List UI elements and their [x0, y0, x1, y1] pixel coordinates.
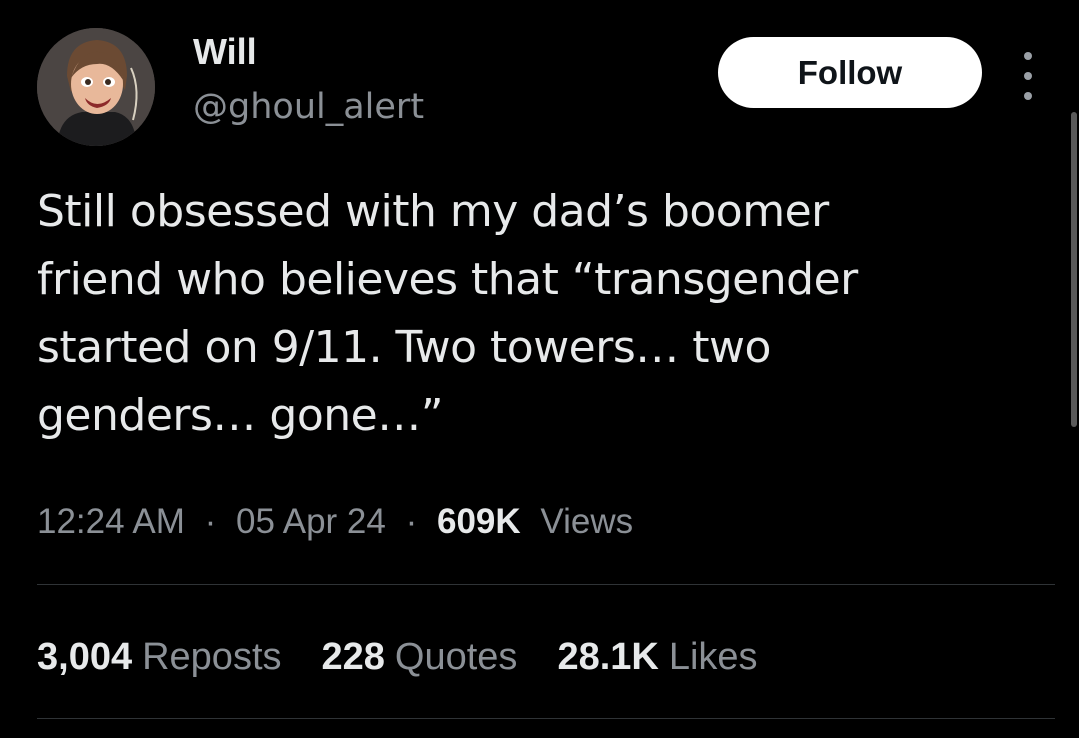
views-count: 609K [436, 502, 521, 541]
display-name[interactable]: Will [193, 30, 257, 74]
tweet-date[interactable]: 05 Apr 24 [236, 502, 386, 541]
tweet-text: Still obsessed with my dad’s boomer frie… [37, 178, 1047, 450]
meta-separator: · [405, 502, 418, 541]
quotes-label: Quotes [394, 636, 518, 678]
quotes-stat[interactable]: 228 Quotes [322, 632, 518, 682]
quotes-count: 228 [321, 636, 385, 678]
likes-count: 28.1K [557, 636, 659, 678]
dot [1024, 52, 1032, 60]
engagement-stats: 3,004 Reposts 228 Quotes 28.1K Likes [37, 632, 758, 682]
tweet-time[interactable]: 12:24 AM [37, 502, 185, 541]
follow-button[interactable]: Follow [718, 37, 982, 108]
avatar-image [37, 28, 155, 146]
reposts-count: 3,004 [37, 636, 133, 678]
tweet-line: Still obsessed with my dad’s boomer [37, 186, 829, 237]
reposts-label: Reposts [142, 636, 282, 678]
tweet-line: started on 9/11. Two towers… two [37, 322, 771, 373]
tweet-line: friend who believes that “transgender [37, 254, 858, 305]
scrollbar[interactable] [1071, 112, 1077, 427]
user-handle[interactable]: @ghoul_alert [193, 85, 424, 129]
avatar[interactable] [37, 28, 155, 146]
divider [37, 584, 1055, 585]
tweet-card: Will @ghoul_alert Follow Still obsessed … [0, 0, 1079, 738]
likes-label: Likes [668, 636, 758, 678]
more-vertical-icon[interactable] [1013, 52, 1043, 100]
divider [37, 718, 1055, 719]
dot [1024, 72, 1032, 80]
tweet-line: genders… gone…” [37, 390, 444, 441]
views-label: Views [540, 502, 634, 541]
likes-stat[interactable]: 28.1K Likes [557, 632, 757, 682]
reposts-stat[interactable]: 3,004 Reposts [37, 632, 282, 682]
tweet-meta: 12:24 AM · 05 Apr 24 · 609K Views [37, 498, 633, 546]
meta-separator: · [204, 502, 217, 541]
dot [1024, 92, 1032, 100]
